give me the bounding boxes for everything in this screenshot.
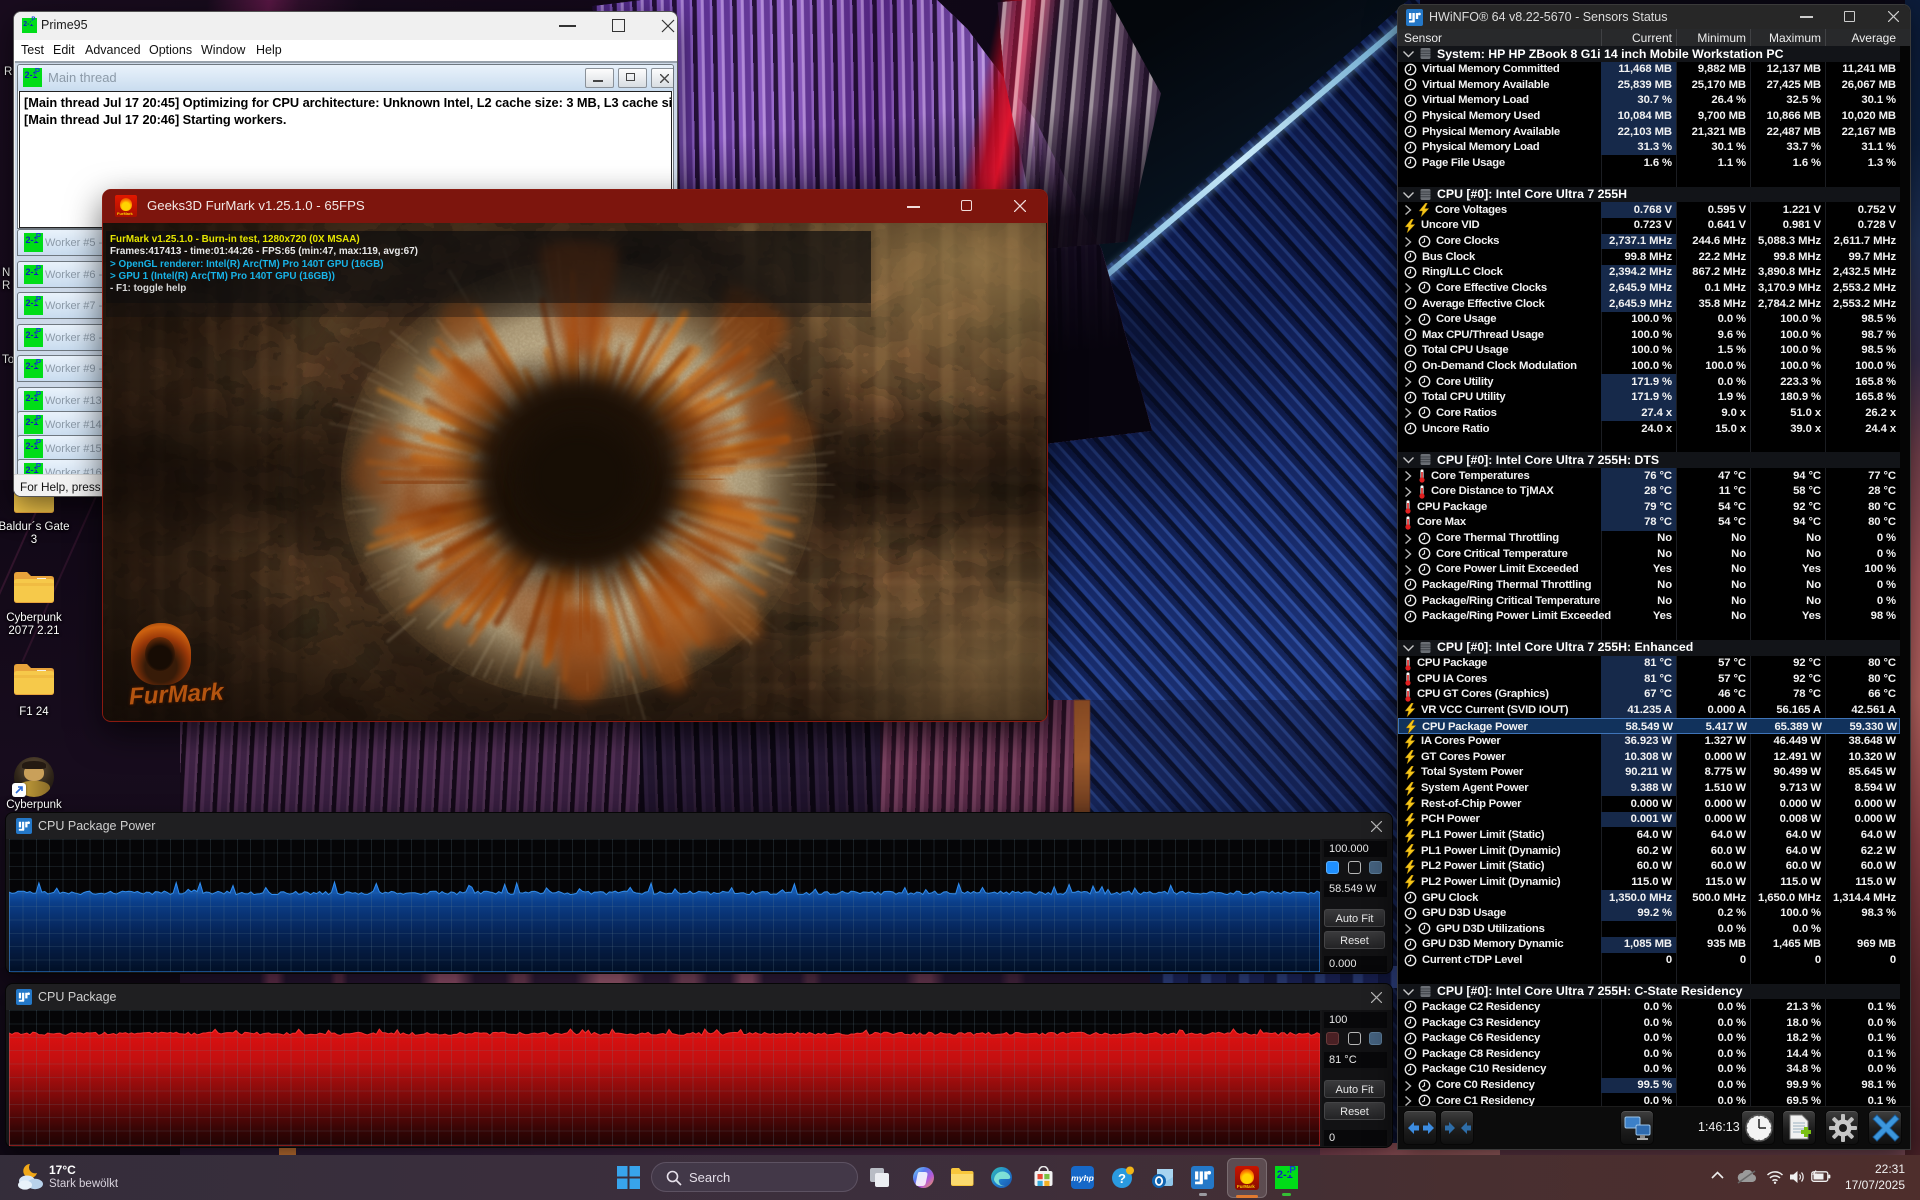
svg-text:?: ? <box>1118 1171 1126 1186</box>
